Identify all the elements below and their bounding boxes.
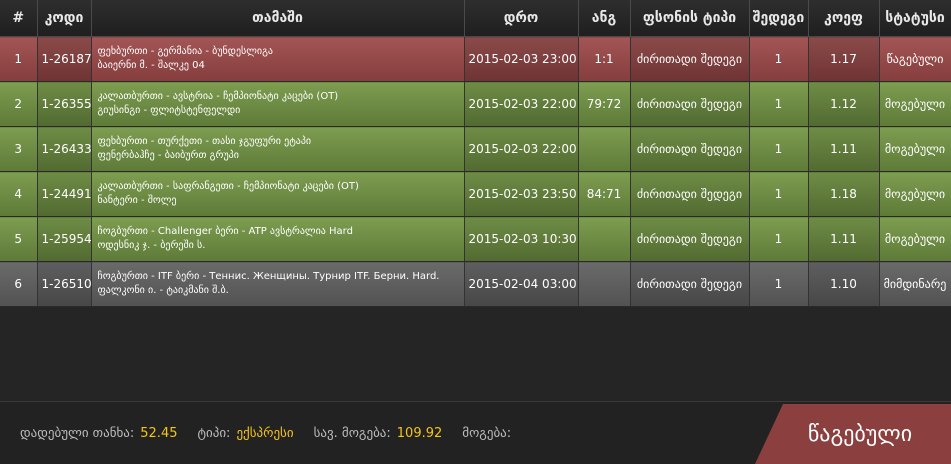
row-result: 1 — [749, 171, 809, 217]
row-score — [578, 216, 631, 262]
row-coef: 1.11 — [808, 216, 880, 262]
row-coef: 1.17 — [808, 36, 880, 82]
game-teams: ფალკონი ი. - ტაიკმანი შ.ბ. — [97, 285, 229, 296]
game-league: კალათბურთი - ავსტრია - ჩემპიონატი კაცები… — [97, 91, 339, 102]
header-status: სტატუსი — [879, 0, 951, 37]
row-date: 2015-02-03 23:50 — [464, 171, 579, 217]
row-game: ჩოგბურთი - ITF ბერი - Теннис. Женщины. Т… — [91, 261, 465, 307]
header-game: თამაში — [91, 0, 465, 37]
row-code: 1-26510 — [37, 261, 92, 307]
row-result: 1 — [749, 81, 809, 127]
row-score: 1:1 — [578, 36, 631, 82]
row-code: 1-26187 — [37, 36, 92, 82]
type-label: ტიპი: — [197, 426, 231, 441]
header-date: დრო — [464, 0, 579, 37]
bet-summary-footer: დადებული თანხა: 52.45 ტიპი: ექსპრესი სავ… — [0, 401, 951, 464]
row-bet-type: ძირითადი შედეგი — [630, 261, 750, 307]
row-date: 2015-02-03 10:30 — [464, 216, 579, 262]
game-league: ფეხბურთი - თურქეთი - თასი ჯგუფური ეტაპი — [97, 136, 312, 147]
row-date: 2015-02-03 22:00 — [464, 81, 579, 127]
row-date: 2015-02-04 03:00 — [464, 261, 579, 307]
row-status: მოგებული — [879, 126, 951, 172]
row-bet-type: ძირითადი შედეგი — [630, 171, 750, 217]
row-status: წაგებული — [879, 36, 951, 82]
row-game: კალათბურთი - ავსტრია - ჩემპიონატი კაცები… — [91, 81, 465, 127]
type-value: ექსპრესი — [236, 426, 294, 441]
header-bet-type: ფსონის ტიპი — [630, 0, 750, 37]
row-date: 2015-02-03 23:00 — [464, 36, 579, 82]
row-num: 6 — [0, 261, 38, 307]
game-league: ფეხბურთი - გერმანია - ბუნდესლიგა — [97, 46, 273, 57]
row-code: 1-26355 — [37, 81, 92, 127]
table-row[interactable]: 4 1-24491 კალათბურთი - საფრანგეთი - ჩემპ… — [0, 171, 951, 217]
row-num: 5 — [0, 216, 38, 262]
table-header-row: # კოდი თამაში დრო ანგ ფსონის ტიპი შედეგი… — [0, 0, 951, 37]
row-status: მოგებული — [879, 216, 951, 262]
table-row[interactable]: 3 1-26433 ფეხბურთი - თურქეთი - თასი ჯგუფ… — [0, 126, 951, 172]
row-code: 1-25954 — [37, 216, 92, 262]
header-num: # — [0, 0, 38, 37]
potential-win-value: 109.92 — [396, 426, 443, 441]
game-league: ჩოგბურთი - ITF ბერი - Теннис. Женщины. Т… — [97, 271, 440, 282]
potential-win-label: სავ. მოგება: — [313, 426, 391, 441]
row-coef: 1.12 — [808, 81, 880, 127]
row-num: 2 — [0, 81, 38, 127]
table-row[interactable]: 1 1-26187 ფეხბურთი - გერმანია - ბუნდესლი… — [0, 36, 951, 82]
row-code: 1-26433 — [37, 126, 92, 172]
row-code: 1-24491 — [37, 171, 92, 217]
bet-summary-stats: დადებული თანხა: 52.45 ტიპი: ექსპრესი სავ… — [20, 426, 531, 441]
row-bet-type: ძირითადი შედეგი — [630, 36, 750, 82]
game-teams: ოდესნიკ ჯ. - ბერეში ს. — [97, 240, 206, 251]
row-score: 84:71 — [578, 171, 631, 217]
row-game: კალათბურთი - საფრანგეთი - ჩემპიონატი კაც… — [91, 171, 465, 217]
row-result: 1 — [749, 261, 809, 307]
win-label: მოგება: — [462, 426, 512, 441]
row-status: მოგებული — [879, 171, 951, 217]
row-num: 1 — [0, 36, 38, 82]
row-date: 2015-02-03 22:00 — [464, 126, 579, 172]
game-teams: ბაიერნი მ. - შალკე 04 — [97, 60, 205, 71]
row-result: 1 — [749, 36, 809, 82]
header-coef: კოეფ — [808, 0, 880, 37]
bet-status-badge: წაგებული — [755, 404, 951, 464]
game-teams: ფენერბაჰჩე - ბაიბურთ გრუპი — [97, 150, 239, 161]
stake-label: დადებული თანხა: — [20, 426, 135, 441]
row-num: 3 — [0, 126, 38, 172]
row-num: 4 — [0, 171, 38, 217]
row-bet-type: ძირითადი შედეგი — [630, 126, 750, 172]
game-league: ჩოგბურთი - Challenger ბერი - ATP ავსტრალ… — [97, 226, 353, 237]
header-code: კოდი — [37, 0, 92, 37]
game-league: კალათბურთი - საფრანგეთი - ჩემპიონატი კაც… — [97, 181, 359, 192]
row-game: ჩოგბურთი - Challenger ბერი - ATP ავსტრალ… — [91, 216, 465, 262]
bets-table: # კოდი თამაში დრო ანგ ფსონის ტიპი შედეგი… — [0, 0, 951, 307]
row-result: 1 — [749, 216, 809, 262]
game-teams: გიუსინგი - ფლიტსტენფელდი — [97, 105, 241, 116]
row-coef: 1.18 — [808, 171, 880, 217]
row-score: 79:72 — [578, 81, 631, 127]
row-game: ფეხბურთი - თურქეთი - თასი ჯგუფური ეტაპი ფ… — [91, 126, 465, 172]
row-result: 1 — [749, 126, 809, 172]
row-coef: 1.11 — [808, 126, 880, 172]
row-status: მიმდინარე — [879, 261, 951, 307]
row-bet-type: ძირითადი შედეგი — [630, 81, 750, 127]
row-coef: 1.10 — [808, 261, 880, 307]
table-row[interactable]: 6 1-26510 ჩოგბურთი - ITF ბერი - Теннис. … — [0, 261, 951, 307]
header-result: შედეგი — [749, 0, 809, 37]
stake-value: 52.45 — [140, 426, 178, 441]
row-game: ფეხბურთი - გერმანია - ბუნდესლიგა ბაიერნი … — [91, 36, 465, 82]
row-bet-type: ძირითადი შედეგი — [630, 216, 750, 262]
row-status: მოგებული — [879, 81, 951, 127]
header-score: ანგ — [578, 0, 631, 37]
row-score — [578, 261, 631, 307]
game-teams: ნანტერი - შოლე — [97, 195, 177, 206]
row-score — [578, 126, 631, 172]
table-row[interactable]: 5 1-25954 ჩოგბურთი - Challenger ბერი - A… — [0, 216, 951, 262]
table-row[interactable]: 2 1-26355 კალათბურთი - ავსტრია - ჩემპიონ… — [0, 81, 951, 127]
